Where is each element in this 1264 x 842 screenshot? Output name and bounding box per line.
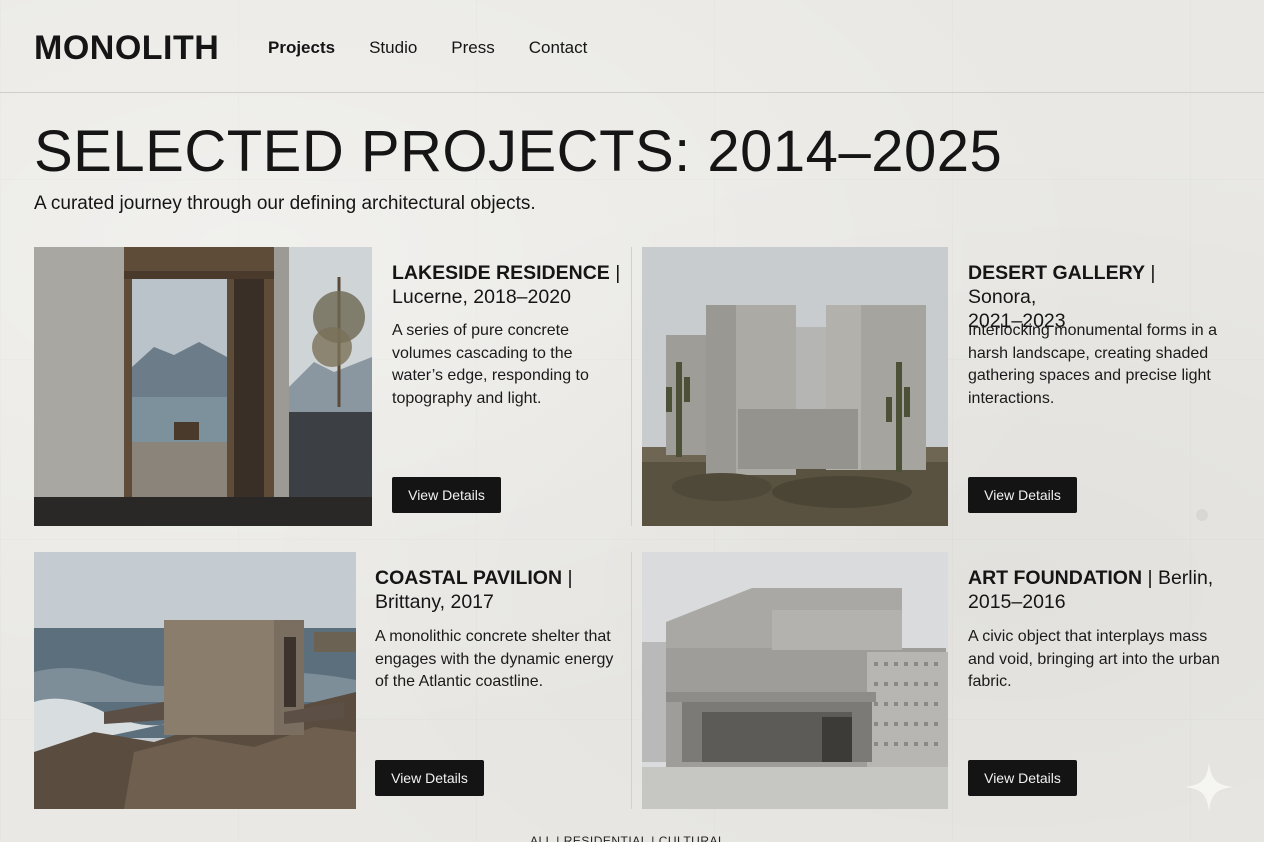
site-header: MONOLITH Projects Studio Press Contact — [0, 0, 1264, 93]
page-subtitle: A curated journey through our defining a… — [34, 193, 536, 214]
coastal-meta-line1: | — [562, 567, 573, 589]
art-foundation-title: ART FOUNDATION | Berlin, 2015–2016 — [968, 566, 1228, 614]
art-foundation-image[interactable] — [642, 552, 948, 809]
main-nav: Projects Studio Press Contact — [268, 38, 621, 58]
category-filter[interactable]: ALL | RESIDENTIAL | CULTURAL — [530, 834, 725, 842]
art-foundation-name: ART FOUNDATION — [968, 567, 1143, 589]
lakeside-residence-image[interactable] — [34, 247, 372, 526]
art-foundation-meta-line1: | Berlin, — [1142, 567, 1214, 589]
nav-contact[interactable]: Contact — [529, 38, 588, 58]
art-foundation-view-details-button[interactable]: View Details — [968, 760, 1077, 796]
desert-view-details-button[interactable]: View Details — [968, 477, 1077, 513]
lakeside-meta-line2: Lucerne, 2018–2020 — [392, 286, 571, 308]
desert-gallery-image[interactable] — [642, 247, 948, 526]
coastal-view-details-button[interactable]: View Details — [375, 760, 484, 796]
desert-name: DESERT GALLERY — [968, 262, 1145, 284]
coastal-title: COASTAL PAVILION | Brittany, 2017 — [375, 566, 605, 614]
nav-projects[interactable]: Projects — [268, 38, 335, 58]
column-divider — [631, 552, 632, 809]
nav-press[interactable]: Press — [451, 38, 494, 58]
coastal-meta-line2: Brittany, 2017 — [375, 591, 494, 613]
sparkle-icon — [1184, 762, 1234, 812]
art-foundation-description: A civic object that interplays mass and … — [968, 628, 1220, 691]
lakeside-meta-line1: | — [609, 262, 621, 284]
desert-description: Interlocking monumental forms in a harsh… — [968, 322, 1217, 407]
lakeside-description: A series of pure concrete volumes cascad… — [392, 322, 589, 407]
coastal-description: A monolithic concrete shelter that engag… — [375, 628, 614, 691]
coastal-pavilion-image[interactable] — [34, 552, 356, 809]
coastal-name: COASTAL PAVILION — [375, 567, 563, 589]
logo[interactable]: MONOLITH — [34, 29, 219, 68]
nav-studio[interactable]: Studio — [369, 38, 417, 58]
lakeside-name: LAKESIDE RESIDENCE — [392, 262, 610, 284]
page-title: SELECTED PROJECTS: 2014–2025 — [34, 119, 1003, 184]
column-divider — [631, 247, 632, 526]
lakeside-view-details-button[interactable]: View Details — [392, 477, 501, 513]
art-foundation-meta-line2: 2015–2016 — [968, 591, 1066, 613]
decorative-dot — [1196, 509, 1208, 521]
lakeside-title: LAKESIDE RESIDENCE | Lucerne, 2018–2020 — [392, 261, 622, 309]
